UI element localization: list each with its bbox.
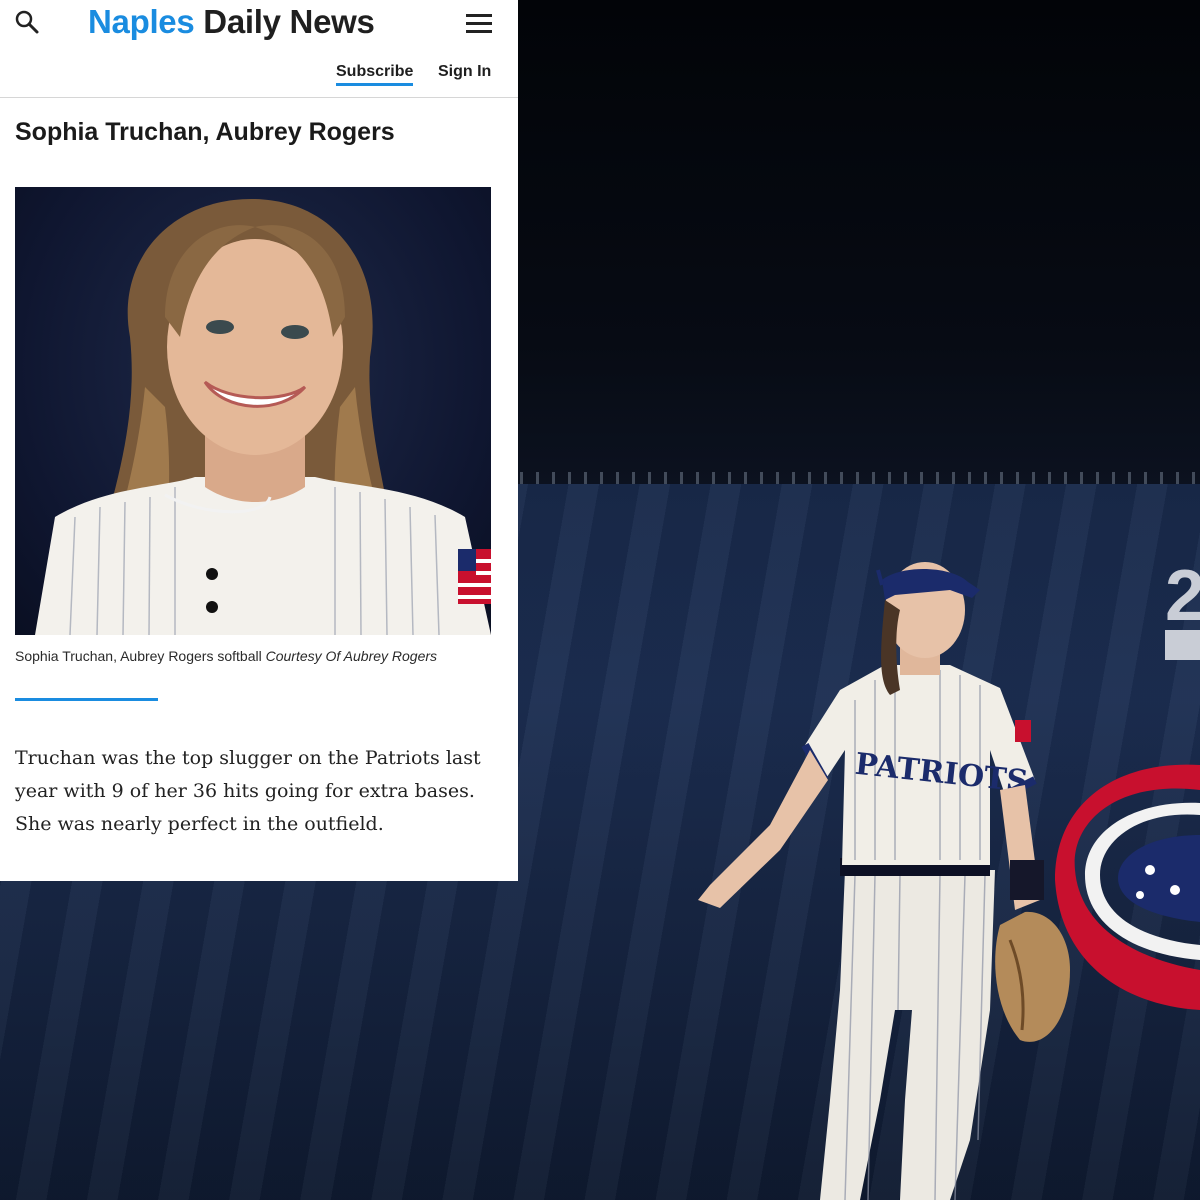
site-logo[interactable]: Naples Daily News	[88, 2, 375, 42]
site-header: Naples Daily News Subscribe Sign In	[0, 0, 518, 98]
article-headline: Sophia Truchan, Aubrey Rogers	[15, 118, 395, 146]
caption-text: Sophia Truchan, Aubrey Rogers softball	[15, 648, 262, 664]
caption-divider	[15, 698, 158, 701]
logo-daily-news: Daily News	[203, 3, 375, 40]
search-icon[interactable]	[14, 9, 40, 35]
subscribe-link[interactable]: Subscribe	[336, 63, 414, 86]
hamburger-menu-icon[interactable]	[466, 12, 494, 34]
article-body: Truchan was the top slugger on the Patri…	[15, 747, 481, 835]
sign-in-link[interactable]: Sign In	[438, 63, 491, 81]
portrait-illustration	[35, 198, 491, 635]
caption-credit: Courtesy Of Aubrey Rogers	[265, 648, 438, 664]
article-photo	[15, 187, 491, 635]
article-card: Naples Daily News Subscribe Sign In Soph…	[0, 0, 518, 881]
photo-caption: Sophia Truchan, Aubrey Rogers softball C…	[15, 646, 485, 666]
softball-player-photo: PATRIOTS	[698, 562, 1070, 1200]
logo-naples: Naples	[88, 3, 195, 40]
